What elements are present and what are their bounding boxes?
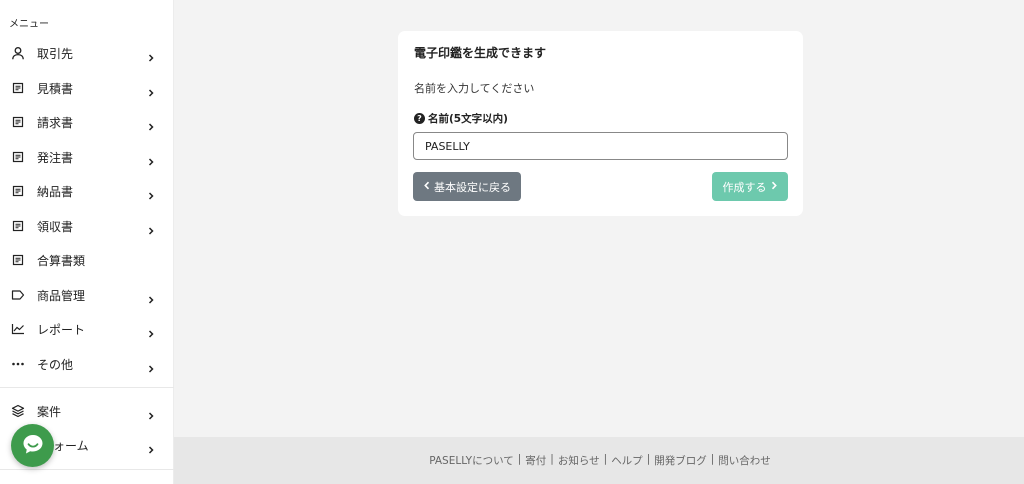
- chevron-right-icon: [146, 406, 156, 420]
- create-button-label: 作成する: [722, 180, 767, 194]
- sidebar-item-projects[interactable]: 案件: [0, 396, 174, 426]
- card-description: 名前を入力してください: [414, 82, 535, 95]
- name-field-label-text: 名前(5文字以内): [428, 113, 508, 125]
- sidebar-item-label: 発注書: [37, 151, 74, 165]
- sidebar-item-label: その他: [37, 358, 74, 372]
- create-button[interactable]: 作成する: [712, 172, 788, 201]
- footer-separator: |: [550, 453, 554, 465]
- chat-icon: [21, 433, 45, 459]
- footer: PASELLYについて | 寄付 | お知らせ | ヘルプ | 開発ブログ | …: [174, 437, 1024, 484]
- sidebar-item-invoices[interactable]: 請求書: [0, 107, 174, 137]
- footer-separator: |: [517, 453, 522, 465]
- chevron-right-icon: [146, 83, 156, 97]
- footer-link-donate[interactable]: 寄付: [525, 453, 546, 468]
- footer-link-dev-blog[interactable]: 開発ブログ: [654, 453, 707, 468]
- name-input[interactable]: [413, 132, 788, 160]
- back-to-settings-button[interactable]: 基本設定に戻る: [413, 172, 521, 201]
- sidebar-item-label: 取引先: [37, 47, 74, 61]
- sidebar-item-label: ォーム: [53, 439, 89, 453]
- name-field-label: ? 名前(5文字以内): [414, 111, 508, 126]
- sidebar-divider: [0, 469, 174, 470]
- chevron-right-icon: [146, 48, 156, 62]
- footer-separator: |: [603, 453, 608, 465]
- chevron-right-icon: [146, 440, 156, 454]
- user-icon: [11, 46, 25, 60]
- more-icon: [11, 357, 25, 371]
- sidebar-item-combined-documents[interactable]: 合算書類: [0, 245, 174, 275]
- chevron-right-icon: [146, 290, 156, 304]
- footer-link-about[interactable]: PASELLYについて: [429, 453, 514, 468]
- question-circle-icon: ?: [414, 113, 425, 124]
- footer-link-news[interactable]: お知らせ: [558, 453, 600, 468]
- sidebar-item-other[interactable]: その他: [0, 349, 174, 379]
- chevron-right-icon: [146, 186, 156, 200]
- sidebar-item-label: 納品書: [37, 185, 74, 199]
- sidebar-item-label: 案件: [37, 405, 62, 419]
- sidebar-item-delivery-notes[interactable]: 納品書: [0, 176, 174, 206]
- tag-icon: [11, 288, 25, 302]
- chevron-right-icon: [146, 359, 156, 373]
- sidebar-item-reports[interactable]: レポート: [0, 314, 174, 344]
- card-title: 電子印鑑を生成できます: [414, 46, 547, 60]
- chevron-right-icon: [770, 180, 778, 193]
- chevron-left-icon: [423, 180, 431, 193]
- back-button-label: 基本設定に戻る: [434, 180, 511, 194]
- line-chart-icon: [11, 322, 25, 336]
- stamp-generator-card: 電子印鑑を生成できます 名前を入力してください ? 名前(5文字以内) 基本設定…: [398, 31, 803, 216]
- sidebar-item-label: レポート: [37, 323, 86, 337]
- document-icon: [11, 150, 25, 164]
- chevron-right-icon: [146, 324, 156, 338]
- chevron-right-icon: [146, 221, 156, 235]
- document-icon: [11, 219, 25, 233]
- document-icon: [11, 184, 25, 198]
- sidebar-item-purchase-orders[interactable]: 発注書: [0, 142, 174, 172]
- document-icon: [11, 253, 25, 267]
- footer-link-help[interactable]: ヘルプ: [611, 453, 643, 468]
- sidebar-divider: [0, 387, 174, 388]
- footer-links: PASELLYについて | 寄付 | お知らせ | ヘルプ | 開発ブログ | …: [429, 453, 771, 468]
- menu-heading: メニュー: [9, 19, 49, 30]
- chat-button[interactable]: [11, 424, 54, 467]
- footer-link-contact[interactable]: 問い合わせ: [718, 453, 771, 468]
- sidebar-item-clients[interactable]: 取引先: [0, 38, 174, 68]
- document-icon: [11, 81, 25, 95]
- sidebar-item-label: 請求書: [37, 116, 74, 130]
- chevron-right-icon: [146, 117, 156, 131]
- sidebar-item-receipts[interactable]: 領収書: [0, 211, 174, 241]
- sidebar-item-label: 見積書: [37, 82, 74, 96]
- sidebar-item-label: 領収書: [37, 220, 74, 234]
- footer-separator: |: [710, 453, 715, 465]
- footer-separator: |: [646, 453, 651, 465]
- document-icon: [11, 115, 25, 129]
- sidebar-item-label: 商品管理: [37, 289, 86, 303]
- sidebar-item-products[interactable]: 商品管理: [0, 280, 174, 310]
- sidebar-item-label: 合算書類: [37, 254, 86, 268]
- chevron-right-icon: [146, 152, 156, 166]
- sidebar-item-estimates[interactable]: 見積書: [0, 73, 174, 103]
- sidebar: メニュー 取引先 見積書 請求書 発注書 納品書 領収書 合算書類 商品管理 レ…: [0, 0, 174, 484]
- layers-icon: [11, 404, 25, 418]
